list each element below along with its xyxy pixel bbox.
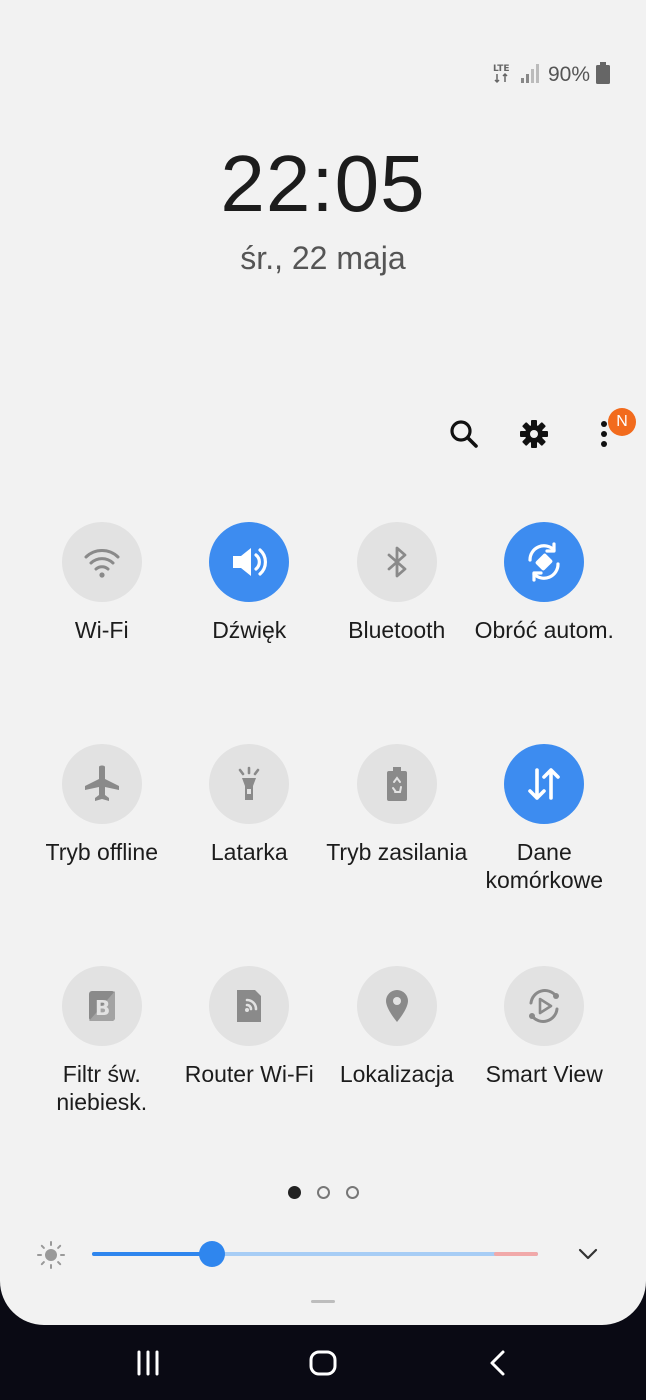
power-mode-icon	[386, 767, 407, 801]
quick-panel: LTE 90% 22:05 śr., 22 maja N Wi-Fi Dźwię…	[0, 0, 646, 1325]
settings-button[interactable]	[514, 414, 554, 454]
tile-circle[interactable]	[504, 744, 585, 824]
page-dot[interactable]	[287, 1186, 301, 1199]
smart-view-icon	[529, 989, 560, 1023]
panel-toolbar: N	[444, 408, 636, 454]
tile-circle[interactable]	[209, 522, 290, 602]
brightness-sun-icon	[36, 1240, 66, 1275]
tile-bluetooth[interactable]: Bluetooth	[323, 522, 471, 680]
tile-circle[interactable]	[356, 966, 437, 1046]
search-icon	[450, 420, 478, 448]
tile-label: Lokalizacja	[339, 1061, 454, 1087]
back-icon	[490, 1350, 505, 1375]
panel-drag-handle[interactable]	[311, 1300, 335, 1303]
tile-circle[interactable]	[61, 522, 142, 602]
recent-apps-button[interactable]	[118, 1333, 178, 1393]
tile-label: Bluetooth	[348, 617, 446, 643]
tile-circle[interactable]	[61, 744, 142, 824]
tile-label: Tryb offline	[45, 839, 159, 865]
svg-text:B: B	[95, 996, 110, 1020]
tile-label: Obróć autom.	[474, 617, 614, 643]
blue-light-filter-icon: B	[88, 991, 115, 1021]
clock-date: śr., 22 maja	[240, 240, 406, 276]
tile-label: Filtr św. niebiesk.	[56, 1061, 148, 1115]
tile-wifi[interactable]: Wi-Fi	[28, 522, 176, 680]
brightness-control	[36, 1236, 616, 1272]
tile-circle[interactable]	[356, 744, 437, 824]
page-dot[interactable]	[316, 1186, 330, 1199]
battery-icon	[596, 61, 610, 89]
flashlight-icon	[238, 766, 260, 800]
expand-button[interactable]	[576, 1242, 600, 1271]
page-dot[interactable]	[345, 1186, 359, 1199]
tile-label: Dane komórkowe	[485, 839, 604, 893]
recent-apps-icon	[137, 1350, 159, 1375]
home-icon	[309, 1350, 337, 1375]
brightness-slider-thumb[interactable]	[199, 1241, 226, 1267]
tile-circle[interactable]	[356, 522, 437, 602]
tile-blue-light-filter[interactable]: B Filtr św. niebiesk.	[28, 966, 176, 1124]
tile-auto-rotate[interactable]: Obróć autom.	[471, 522, 619, 680]
more-options-button[interactable]: N	[584, 408, 636, 454]
tile-circle[interactable]	[504, 966, 585, 1046]
tile-mobile-data[interactable]: Dane komórkowe	[471, 744, 619, 902]
notification-badge: N	[608, 408, 636, 436]
search-button[interactable]	[444, 414, 484, 454]
tile-circle[interactable]	[504, 522, 585, 602]
back-button[interactable]	[468, 1333, 528, 1393]
tile-label: Tryb zasilania	[326, 839, 468, 865]
tile-wifi-hotspot[interactable]: Router Wi-Fi	[176, 966, 324, 1124]
tile-circle[interactable]: B	[61, 966, 142, 1046]
tile-label: Latarka	[210, 839, 288, 865]
quick-settings-grid: Wi-Fi Dźwięk Bluetooth Obróć autom. Tryb…	[28, 522, 618, 1124]
brightness-slider-track[interactable]	[92, 1252, 538, 1256]
mobile-data-icon	[528, 768, 561, 800]
lte-icon: LTE	[492, 62, 514, 89]
auto-rotate-icon	[528, 542, 560, 582]
tile-label: Wi-Fi	[74, 617, 129, 643]
tile-airplane-mode[interactable]: Tryb offline	[28, 744, 176, 902]
brightness-high-zone	[494, 1252, 538, 1256]
tile-label: Router Wi-Fi	[184, 1061, 314, 1087]
battery-percent: 90%	[547, 63, 590, 86]
sound-icon	[233, 548, 268, 576]
tile-circle[interactable]	[209, 966, 290, 1046]
wifi-icon	[84, 549, 120, 578]
tile-sound[interactable]: Dźwięk	[176, 522, 324, 680]
brightness-slider-fill	[92, 1252, 213, 1256]
tile-label: Dźwięk	[212, 617, 287, 643]
tile-circle[interactable]	[209, 744, 290, 824]
bluetooth-icon	[387, 546, 407, 578]
status-bar: LTE 90%	[492, 60, 610, 90]
signal-icon	[520, 63, 542, 88]
navigation-bar	[0, 1325, 646, 1400]
chevron-down-icon	[578, 1248, 598, 1260]
svg-text:LTE: LTE	[493, 64, 510, 74]
tile-flashlight[interactable]: Latarka	[176, 744, 324, 902]
clock-time: 22:05	[220, 139, 426, 228]
tile-location[interactable]: Lokalizacja	[323, 966, 471, 1124]
home-button[interactable]	[293, 1333, 353, 1393]
location-icon	[385, 990, 408, 1022]
tile-smart-view[interactable]: Smart View	[471, 966, 619, 1124]
wifi-hotspot-icon	[237, 990, 262, 1022]
tile-power-mode[interactable]: Tryb zasilania	[323, 744, 471, 902]
airplane-icon	[84, 765, 119, 801]
tile-label: Smart View	[485, 1061, 603, 1087]
gear-icon	[520, 420, 548, 448]
page-indicator	[0, 1186, 646, 1199]
